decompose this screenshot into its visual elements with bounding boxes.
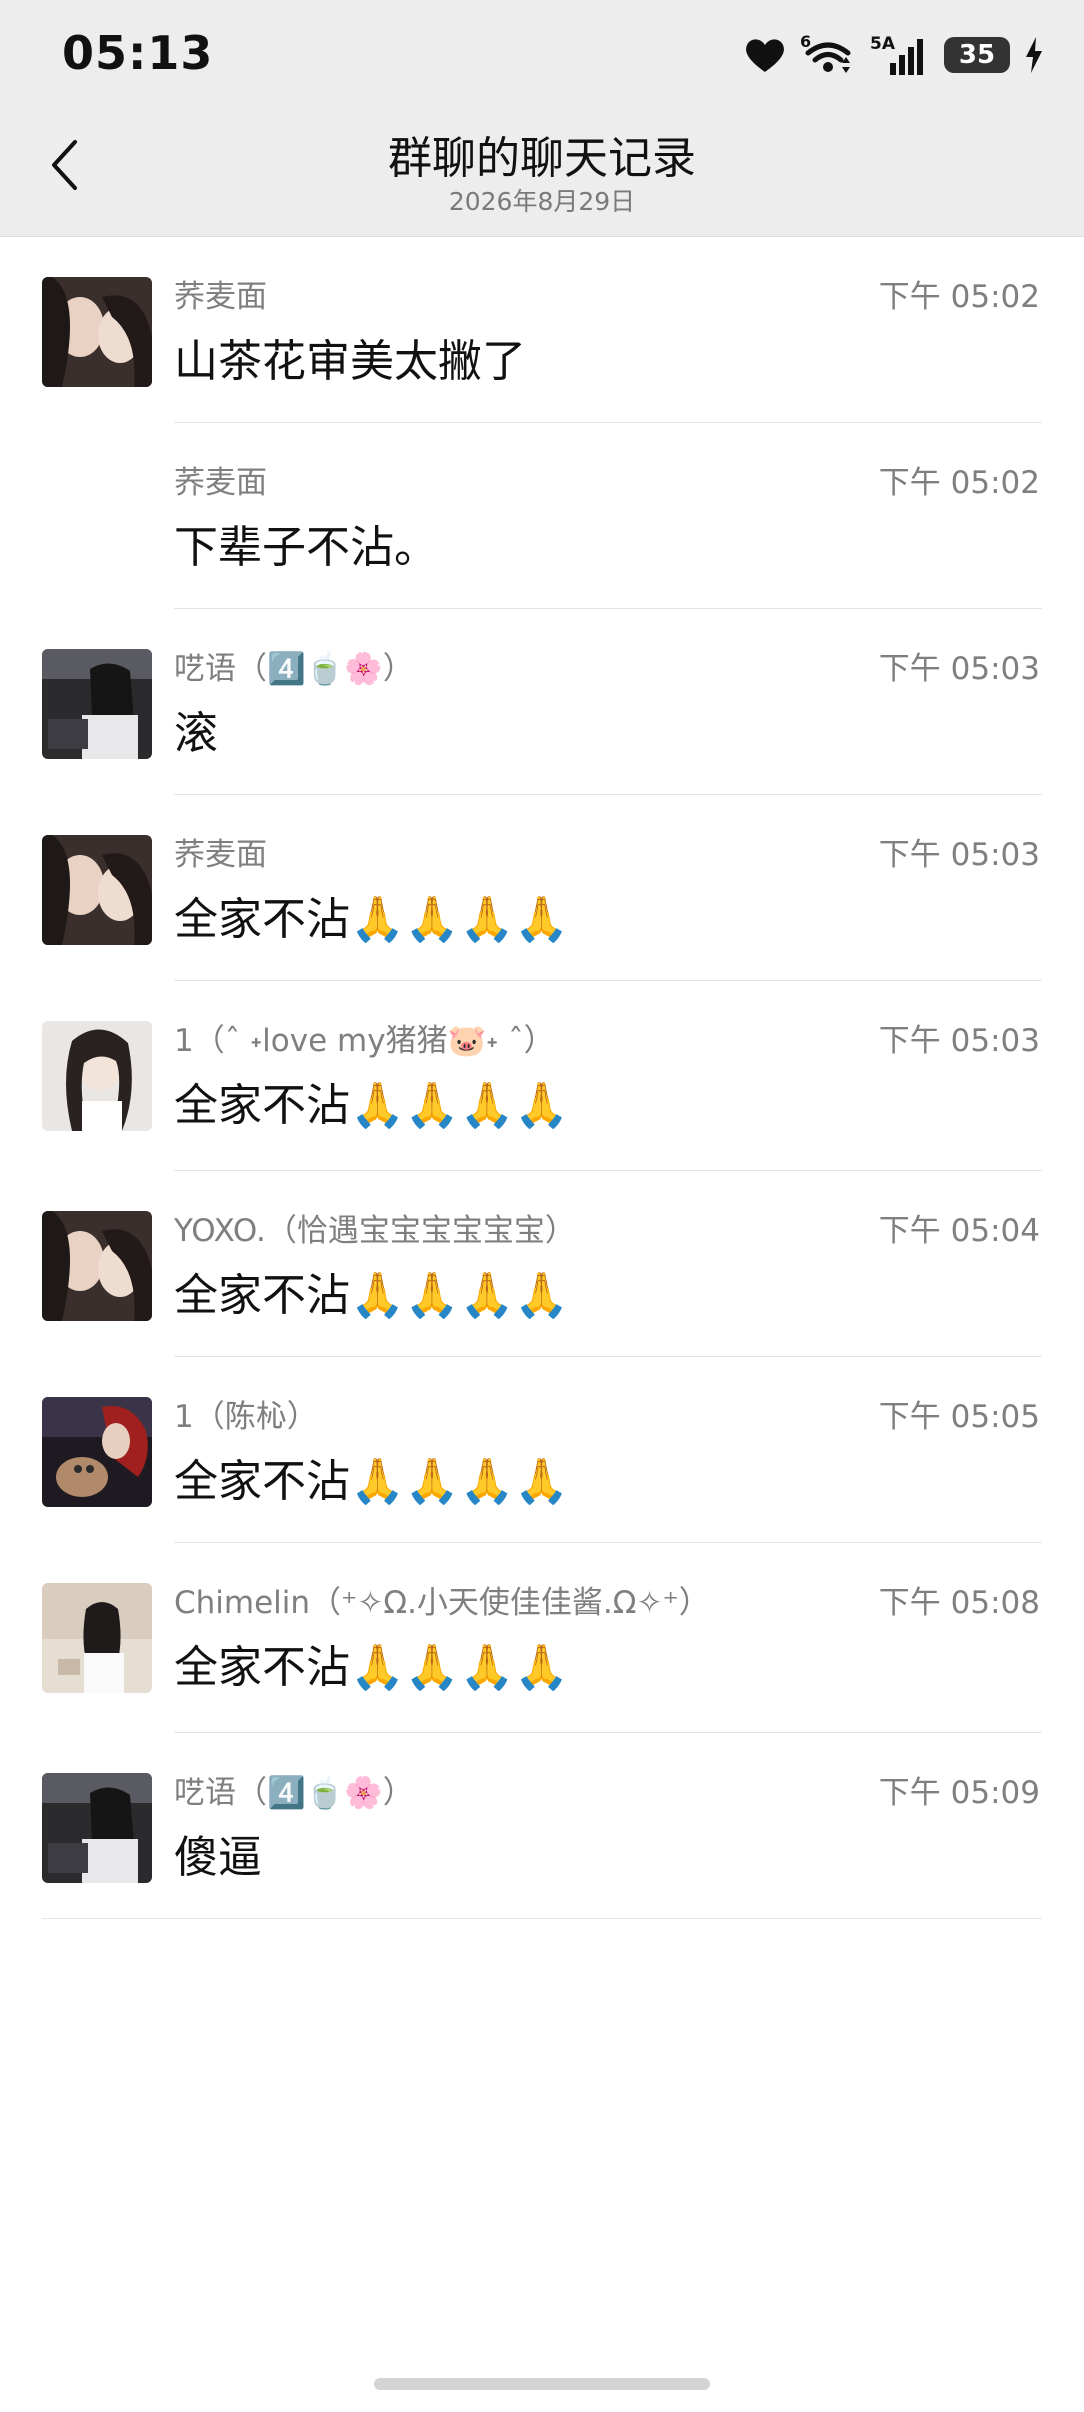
avatar[interactable] xyxy=(42,1773,152,1883)
message-time: 下午 05:03 xyxy=(878,837,1040,873)
heart-icon xyxy=(744,36,786,74)
sender-name: Chimelin（⁺✧Ω.小天使佳佳酱.Ω✧⁺） xyxy=(174,1585,710,1621)
avatar[interactable] xyxy=(42,649,152,759)
message-item[interactable]: YOXO.（恰遇宝宝宝宝宝宝） 下午 05:04 全家不沾🙏🙏🙏🙏 xyxy=(0,1171,1084,1357)
message-item[interactable]: 荞麦面 下午 05:02 下辈子不沾。 xyxy=(0,423,1084,609)
message-item[interactable]: 荞麦面 下午 05:02 山茶花审美太撇了 xyxy=(0,237,1084,423)
nav-bar: 群聊的聊天记录 2026年8月29日 xyxy=(0,110,1084,236)
message-text[interactable]: 山茶花审美太撇了 xyxy=(174,325,526,389)
sender-name: 呓语（4️⃣🍵🌸） xyxy=(174,651,414,687)
avatar[interactable] xyxy=(42,1397,152,1507)
sender-name: YOXO.（恰遇宝宝宝宝宝宝） xyxy=(174,1213,576,1249)
message-time: 下午 05:03 xyxy=(878,1023,1040,1059)
message-item[interactable]: 1（陈杺） 下午 05:05 全家不沾🙏🙏🙏🙏 xyxy=(0,1357,1084,1543)
top-area: 05:13 6 5A 35 群聊的聊天记录 2026年8月29日 xyxy=(0,0,1084,237)
message-item[interactable]: 荞麦面 下午 05:03 全家不沾🙏🙏🙏🙏 xyxy=(0,795,1084,981)
message-text[interactable]: 全家不沾🙏🙏🙏🙏 xyxy=(174,1259,569,1323)
sender-name: 1（陈杺） xyxy=(174,1399,318,1435)
avatar[interactable] xyxy=(42,1211,152,1321)
message-text[interactable]: 全家不沾🙏🙏🙏🙏 xyxy=(174,1445,569,1509)
message-text[interactable]: 傻逼 xyxy=(174,1821,262,1885)
sender-name: 荞麦面 xyxy=(174,837,267,873)
page-subtitle: 2026年8月29日 xyxy=(448,187,636,216)
message-time: 下午 05:02 xyxy=(878,279,1040,315)
sender-name: 呓语（4️⃣🍵🌸） xyxy=(174,1775,414,1811)
page-title: 群聊的聊天记录 xyxy=(388,133,696,184)
message-text[interactable]: 全家不沾🙏🙏🙏🙏 xyxy=(174,1069,569,1133)
home-indicator[interactable] xyxy=(374,2378,710,2390)
message-text[interactable]: 全家不沾🙏🙏🙏🙏 xyxy=(174,1631,569,1695)
avatar[interactable] xyxy=(42,1021,152,1131)
charging-icon xyxy=(1024,35,1044,75)
avatar[interactable] xyxy=(42,835,152,945)
divider xyxy=(42,1918,1042,1919)
message-item[interactable]: 呓语（4️⃣🍵🌸） 下午 05:09 傻逼 xyxy=(0,1733,1084,1919)
status-time: 05:13 xyxy=(62,26,214,80)
sender-name: 1（ˆ ˖love my猪猪🐷˖ ˆ） xyxy=(174,1023,555,1059)
message-text[interactable]: 下辈子不沾。 xyxy=(174,511,438,575)
avatar[interactable] xyxy=(42,277,152,387)
message-item[interactable]: 1（ˆ ˖love my猪猪🐷˖ ˆ） 下午 05:03 全家不沾🙏🙏🙏🙏 xyxy=(0,981,1084,1171)
message-list: 荞麦面 下午 05:02 山茶花审美太撇了 荞麦面 下午 05:02 下辈子不沾… xyxy=(0,237,1084,1919)
message-time: 下午 05:04 xyxy=(878,1213,1040,1249)
network-label-1: 6 xyxy=(800,33,811,51)
message-time: 下午 05:02 xyxy=(878,465,1040,501)
message-time: 下午 05:09 xyxy=(878,1775,1040,1811)
battery-icon: 35 xyxy=(944,37,1010,73)
signal-icon: 5A xyxy=(870,33,930,77)
message-text[interactable]: 全家不沾🙏🙏🙏🙏 xyxy=(174,883,569,947)
status-bar: 05:13 6 5A 35 xyxy=(0,0,1084,110)
wifi-icon: 6 xyxy=(800,33,856,77)
status-icons: 6 5A 35 xyxy=(744,30,1044,80)
sender-name: 荞麦面 xyxy=(174,465,267,501)
message-time: 下午 05:03 xyxy=(878,651,1040,687)
message-text[interactable]: 滚 xyxy=(174,697,218,761)
battery-level: 35 xyxy=(958,40,996,70)
message-item[interactable]: Chimelin（⁺✧Ω.小天使佳佳酱.Ω✧⁺） 下午 05:08 全家不沾🙏🙏… xyxy=(0,1543,1084,1733)
message-item[interactable]: 呓语（4️⃣🍵🌸） 下午 05:03 滚 xyxy=(0,609,1084,795)
sender-name: 荞麦面 xyxy=(174,279,267,315)
message-time: 下午 05:05 xyxy=(878,1399,1040,1435)
avatar[interactable] xyxy=(42,1583,152,1693)
message-time: 下午 05:08 xyxy=(878,1585,1040,1621)
network-label-2: 5A xyxy=(870,34,896,54)
